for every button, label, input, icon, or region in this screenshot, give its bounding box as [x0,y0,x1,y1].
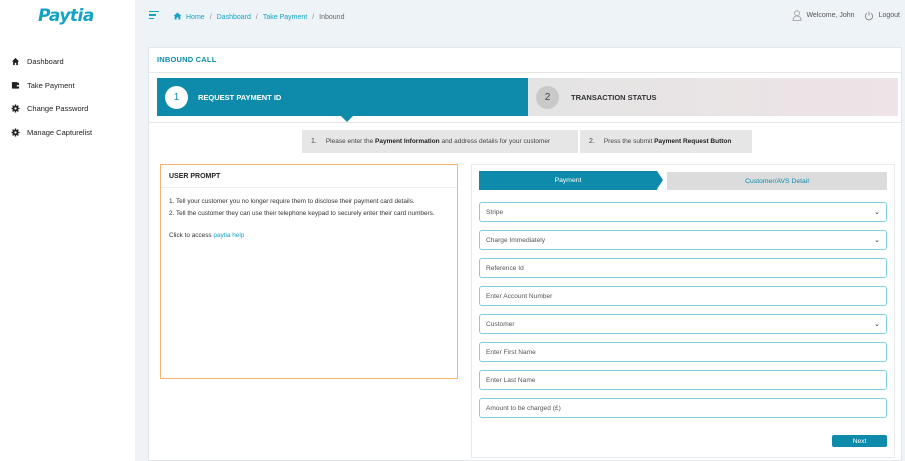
page-title: INBOUND CALL [157,55,217,64]
account-number-input[interactable]: Enter Account Number [479,286,887,306]
next-button[interactable]: Next [832,435,887,447]
user-icon [793,10,802,21]
gear-icon [11,104,20,113]
sidebar-item-change-password[interactable]: Change Password [0,97,135,121]
top-bar: Home / Dashboard / Take Payment / Inboun… [135,0,905,35]
power-icon[interactable] [864,11,874,21]
customer-type-select[interactable]: Customer ⌄ [479,314,887,334]
instruction-number: 2. [589,138,595,145]
breadcrumb-separator: / [255,13,258,21]
tab-customer-avs-detail[interactable]: Customer/AVS Detail [667,172,887,190]
breadcrumb-take-payment[interactable]: Take Payment [263,14,307,21]
breadcrumb-separator: / [209,13,212,21]
prompt-line: 2. Tell the customer they can use their … [169,209,435,217]
gateway-select-value: Stripe [486,208,504,216]
breadcrumb-current: Inbound [319,13,345,21]
charge-type-select-value: Charge Immediately [486,236,546,244]
gear-icon [11,128,20,137]
chevron-down-icon: ⌄ [874,321,880,328]
step-label: REQUEST PAYMENT ID [198,92,282,102]
sidebar-nav: Dashboard Take Payment Change Password M… [0,50,135,144]
sidebar-item-dashboard[interactable]: Dashboard [0,50,135,74]
first-name-input[interactable]: Enter First Name [479,342,887,362]
help-line: Click to access paytia help [169,232,245,239]
breadcrumb-separator: / [312,13,315,21]
sidebar: Paytia Dashboard Take Payment Change Pas… [0,0,135,461]
wallet-icon [11,81,20,90]
instruction-text: Please enter the Payment Information and… [325,138,551,145]
menu-toggle-icon[interactable] [149,11,159,20]
amount-input[interactable]: Amount to be charged (£) [479,398,887,418]
instruction-step-2: 2. Press the submit Payment Request Butt… [580,130,752,153]
sidebar-item-manage-capturelist[interactable]: Manage Capturelist [0,121,135,145]
chevron-down-icon: ⌄ [874,209,880,216]
customer-type-select-value: Customer [486,320,515,328]
prompt-line: 1. Tell your customer you no longer requ… [169,198,415,205]
sidebar-item-label: Change Password [27,104,89,114]
reference-id-input[interactable]: Reference Id [479,258,887,278]
sidebar-item-label: Dashboard [27,57,64,67]
tab-payment[interactable]: Payment [479,171,663,190]
divider [149,72,901,73]
paytia-logo[interactable]: Paytia [38,6,94,26]
welcome-text: Welcome, John [806,12,855,19]
instruction-number: 1. [311,138,317,145]
user-area: Welcome, John Logout [792,10,900,21]
gateway-select[interactable]: Stripe ⌄ [479,202,887,222]
home-icon [11,57,20,66]
breadcrumb: Home / Dashboard / Take Payment / Inboun… [173,12,344,22]
last-name-input[interactable]: Enter Last Name [479,370,887,390]
step-number: 2 [536,85,559,109]
logout-link[interactable]: Logout [879,12,900,19]
charge-type-select[interactable]: Charge Immediately ⌄ [479,230,887,250]
paytia-help-link[interactable]: paytia help [213,232,244,239]
breadcrumb-dashboard[interactable]: Dashboard [217,14,251,21]
breadcrumb-home[interactable]: Home [186,14,205,21]
sidebar-item-take-payment[interactable]: Take Payment [0,74,135,98]
step-label: TRANSACTION STATUS [571,92,657,102]
home-icon[interactable] [173,12,182,22]
user-prompt-body: 1. Tell your customer you no longer requ… [161,188,457,242]
instruction-step-1: 1. Please enter the Payment Information … [302,130,578,153]
sidebar-item-label: Take Payment [27,80,75,90]
inbound-call-card: INBOUND CALL 1 REQUEST PAYMENT ID 2 TRAN… [148,47,902,461]
sidebar-item-label: Manage Capturelist [27,127,93,137]
divider [149,122,901,123]
instruction-text: Press the submit Payment Request Button [603,138,732,145]
chevron-down-icon: ⌄ [874,237,880,244]
payment-form-panel: Payment Customer/AVS Detail Stripe ⌄ Cha… [471,164,895,458]
step-request-payment-id[interactable]: 1 REQUEST PAYMENT ID [157,78,528,122]
step-number: 1 [165,85,188,109]
user-prompt-title: USER PROMPT [161,165,457,188]
step-transaction-status[interactable]: 2 TRANSACTION STATUS [528,78,898,116]
user-prompt-panel: USER PROMPT 1. Tell your customer you no… [160,164,458,379]
